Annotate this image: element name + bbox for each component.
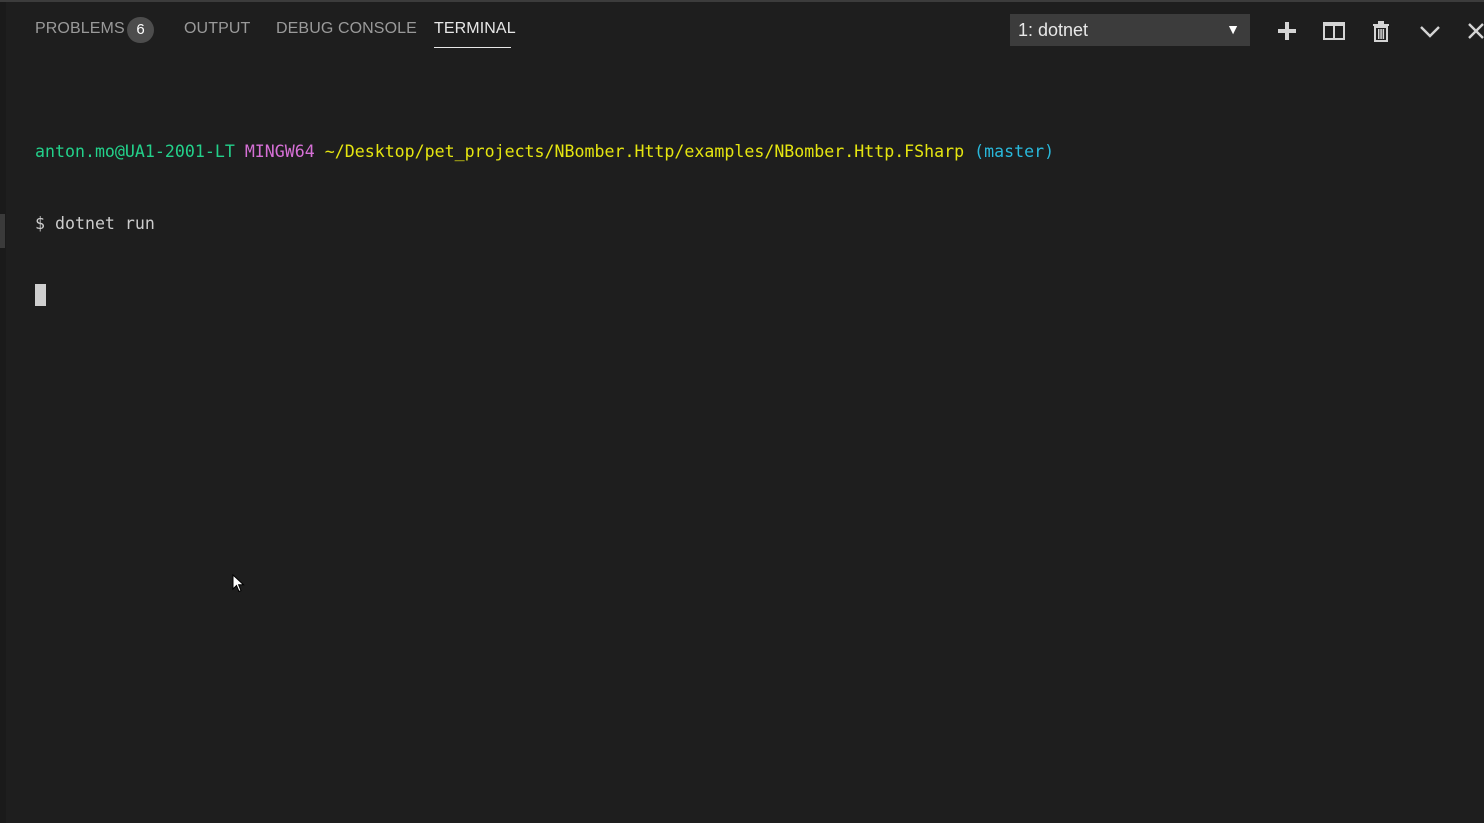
prompt-env: MINGW64 — [244, 142, 315, 161]
command-line: $ dotnet run — [35, 214, 155, 233]
terminal-panel: PROBLEMS 6 OUTPUT DEBUG CONSOLE TERMINAL… — [0, 0, 1484, 823]
terminal-output[interactable]: anton.mo@UA1-2001-LT MINGW64 ~/Desktop/p… — [35, 92, 1054, 356]
prompt-user: anton.mo@UA1-2001-LT — [35, 142, 235, 161]
left-border — [0, 2, 6, 823]
mouse-pointer-icon — [232, 573, 246, 594]
trash-icon[interactable] — [1366, 16, 1396, 46]
active-tab-indicator — [434, 47, 511, 48]
terminal-instance-value: 1: dotnet — [1018, 20, 1089, 40]
sash-handle[interactable] — [0, 214, 5, 248]
tab-terminal[interactable]: TERMINAL — [434, 20, 516, 44]
prompt-branch: (master) — [974, 142, 1055, 161]
tab-problems[interactable]: PROBLEMS — [35, 20, 125, 44]
close-icon[interactable] — [1462, 16, 1484, 46]
split-icon[interactable] — [1319, 16, 1349, 46]
prompt-line: anton.mo@UA1-2001-LT MINGW64 ~/Desktop/p… — [35, 140, 1054, 164]
text-cursor — [35, 284, 46, 306]
panel-tab-bar: PROBLEMS 6 OUTPUT DEBUG CONSOLE TERMINAL… — [0, 2, 1484, 58]
chevron-down-icon[interactable] — [1415, 16, 1445, 46]
cursor-line — [35, 284, 1054, 308]
prompt-path: ~/Desktop/pet_projects/NBomber.Http/exam… — [324, 142, 965, 161]
plus-icon[interactable] — [1272, 16, 1302, 46]
problems-count-badge: 6 — [127, 17, 154, 43]
tab-output[interactable]: OUTPUT — [184, 20, 250, 44]
tab-debug-console[interactable]: DEBUG CONSOLE — [276, 20, 417, 44]
dropdown-arrow-icon: ▼ — [1226, 21, 1240, 37]
terminal-instance-select[interactable]: 1: dotnet ▼ — [1010, 14, 1250, 46]
